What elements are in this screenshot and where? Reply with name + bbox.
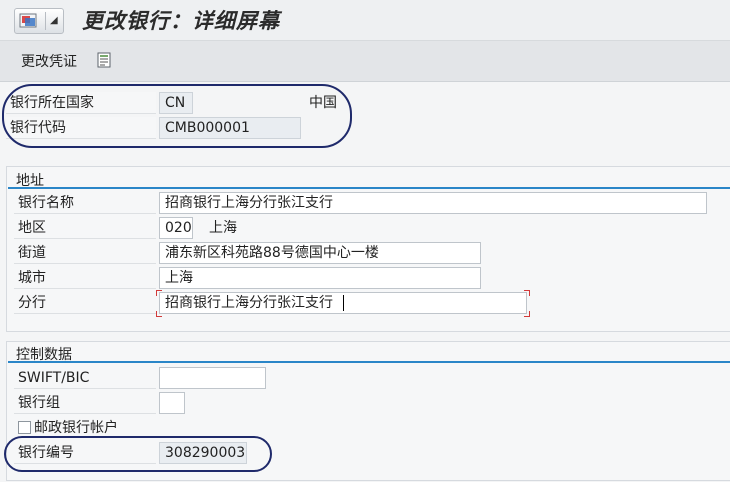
control-data-divider <box>8 361 730 363</box>
bank-group-label: 银行组 <box>14 392 156 414</box>
focus-corner-tr <box>524 290 530 296</box>
bank-name-label: 银行名称 <box>14 192 156 214</box>
document-icon[interactable] <box>97 52 111 68</box>
region-code-field[interactable]: 020 <box>159 217 193 239</box>
city-label: 城市 <box>14 267 156 289</box>
region-label: 地区 <box>14 217 156 239</box>
postal-bank-checkbox[interactable] <box>18 421 31 434</box>
sap-menu-icon <box>19 13 37 28</box>
menu-button[interactable]: ◢ <box>14 8 64 34</box>
region-name: 上海 <box>209 220 237 236</box>
toolbar: 更改凭证 <box>0 41 730 82</box>
city-field[interactable]: 上海 <box>159 267 481 289</box>
highlight-oval-top <box>2 84 352 148</box>
title-bar: ◢ 更改银行：详细屏幕 <box>0 0 730 41</box>
change-document-button[interactable]: 更改凭证 <box>12 50 86 74</box>
focus-corner-tl <box>156 290 162 296</box>
swift-field[interactable] <box>159 367 266 389</box>
address-group-divider <box>8 187 730 189</box>
street-label: 街道 <box>14 242 156 264</box>
focus-corner-bl <box>156 311 162 317</box>
chevron-down-icon: ◢ <box>50 15 58 26</box>
text-cursor <box>343 295 344 311</box>
bank-name-field[interactable]: 招商银行上海分行张江支行 <box>159 192 707 214</box>
swift-label: SWIFT/BIC <box>14 367 156 389</box>
page-title: 更改银行：详细屏幕 <box>82 9 280 33</box>
street-field[interactable]: 浦东新区科苑路88号德国中心一楼 <box>159 242 481 264</box>
bank-group-field[interactable] <box>159 392 185 414</box>
highlight-oval-bottom <box>4 436 272 472</box>
branch-label: 分行 <box>14 292 156 314</box>
menu-separator <box>45 12 46 30</box>
focus-corner-br <box>524 311 530 317</box>
